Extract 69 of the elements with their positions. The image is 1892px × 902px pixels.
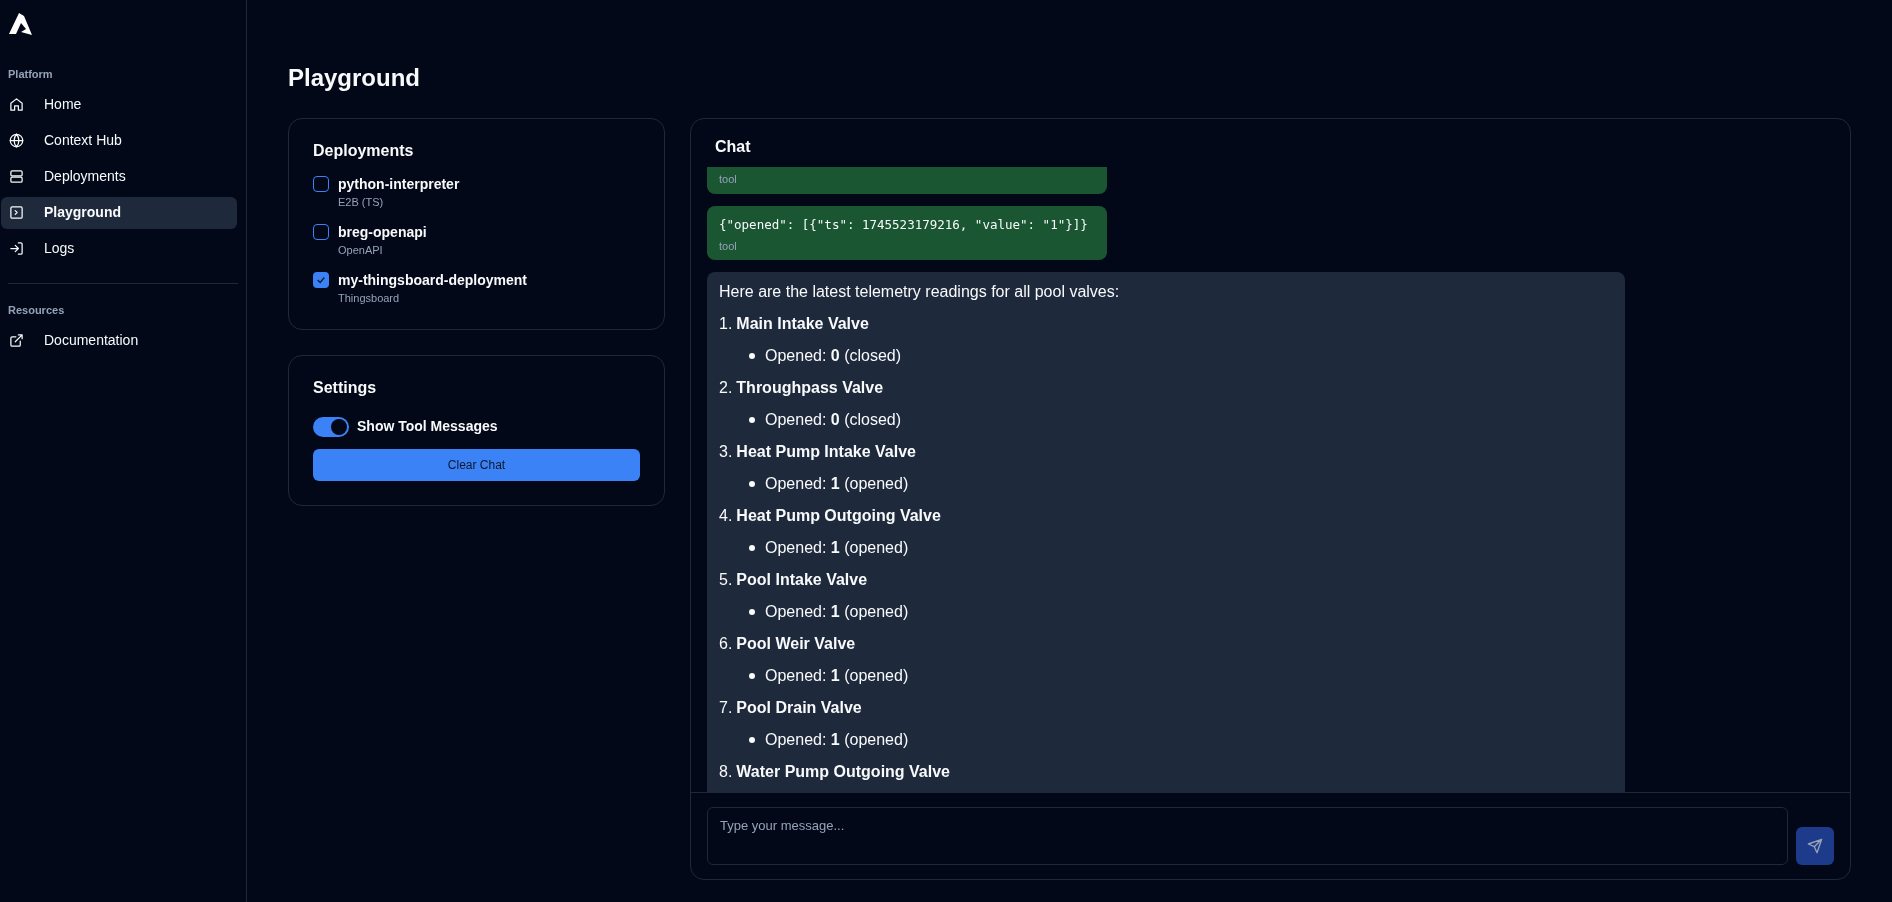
message-input[interactable]: Type your message... — [707, 807, 1788, 865]
bullet-icon — [749, 417, 755, 423]
clear-chat-button[interactable]: Clear Chat — [313, 449, 640, 481]
sidebar-section-title: Resources — [7, 302, 66, 318]
card-title: Settings — [313, 378, 378, 398]
valve-name: Water Pump Outgoing Valve — [736, 762, 950, 782]
valve-reading: Opened: 1 (opened) — [765, 474, 909, 494]
deployment-name: python-interpreter — [338, 175, 460, 193]
message-text: {"opened": [{"ts": 1745523179216, "value": "1"}]} — [719, 215, 1089, 234]
home-icon — [9, 97, 24, 112]
bullet-icon — [749, 673, 755, 679]
message-role: tool — [719, 172, 738, 187]
bullet-icon — [749, 353, 755, 359]
list-number: 6. — [719, 634, 733, 654]
card-title: Deployments — [313, 141, 415, 161]
valve-reading: Opened: 1 (opened) — [765, 538, 909, 558]
sidebar-item[interactable]: Playground — [1, 196, 237, 229]
deployment-name: my-thingsboard-deployment — [338, 271, 527, 289]
terminal-icon — [9, 205, 24, 220]
deployment-type: Thingsboard — [338, 291, 401, 306]
external-link-icon — [9, 332, 24, 348]
valve-name: Throughpass Valve — [736, 378, 884, 398]
valve-name: Pool Drain Valve — [736, 698, 862, 718]
valve-reading: Opened: 0 (closed) — [765, 410, 902, 430]
checkbox[interactable] — [313, 272, 329, 288]
card-title: Chat — [714, 137, 752, 157]
list-number: 1. — [719, 314, 733, 334]
valve-name: Pool Weir Valve — [736, 634, 856, 654]
sidebar-item[interactable]: Home — [1, 88, 237, 121]
sidebar-item[interactable]: Deployments — [1, 160, 237, 193]
list-number: 8. — [719, 762, 733, 782]
toggle-label: Show Tool Messages — [357, 417, 498, 436]
send-icon — [1807, 838, 1823, 854]
sidebar-item[interactable]: Logs — [1, 232, 237, 265]
valve-name: Pool Intake Valve — [736, 570, 868, 590]
valve-reading: Opened: 1 (opened) — [765, 730, 909, 750]
valve-name: Main Intake Valve — [736, 314, 869, 334]
sidebar-item[interactable]: Documentation — [1, 324, 237, 356]
message-text: Here are the latest telemetry readings for all pool valves: — [719, 282, 1121, 302]
send-button[interactable] — [1796, 827, 1834, 865]
checkbox[interactable] — [313, 176, 329, 192]
sidebar-item[interactable]: Context Hub — [1, 124, 237, 157]
deployment-type: E2B (TS) — [338, 195, 385, 210]
valve-name: Heat Pump Outgoing Valve — [736, 506, 941, 526]
bullet-icon — [749, 481, 755, 487]
sidebar-section-title: Platform — [7, 67, 54, 82]
list-number: 5. — [719, 570, 733, 590]
valve-reading: Opened: 1 (opened) — [765, 666, 909, 686]
check-icon — [316, 275, 326, 285]
bullet-icon — [749, 545, 755, 551]
globe-icon — [9, 133, 24, 148]
deployment-type: OpenAPI — [338, 243, 384, 258]
list-number: 7. — [719, 698, 733, 718]
valve-reading: Opened: 1 (opened) — [765, 602, 909, 622]
list-number: 4. — [719, 506, 733, 526]
page-title: Playground — [288, 63, 421, 93]
valve-name: Heat Pump Intake Valve — [736, 442, 916, 462]
bullet-icon — [749, 737, 755, 743]
message-role: tool — [719, 238, 738, 254]
list-number: 3. — [719, 442, 733, 462]
checkbox[interactable] — [313, 224, 329, 240]
arrow-into-bracket-icon — [9, 241, 24, 256]
valve-reading: Opened: 0 (closed) — [765, 346, 902, 366]
bullet-icon — [749, 609, 755, 615]
toggle-switch[interactable] — [313, 416, 349, 437]
logo-icon — [8, 12, 34, 36]
list-number: 2. — [719, 378, 733, 398]
deployment-name: breg-openapi — [338, 223, 427, 241]
server-icon — [9, 169, 24, 184]
